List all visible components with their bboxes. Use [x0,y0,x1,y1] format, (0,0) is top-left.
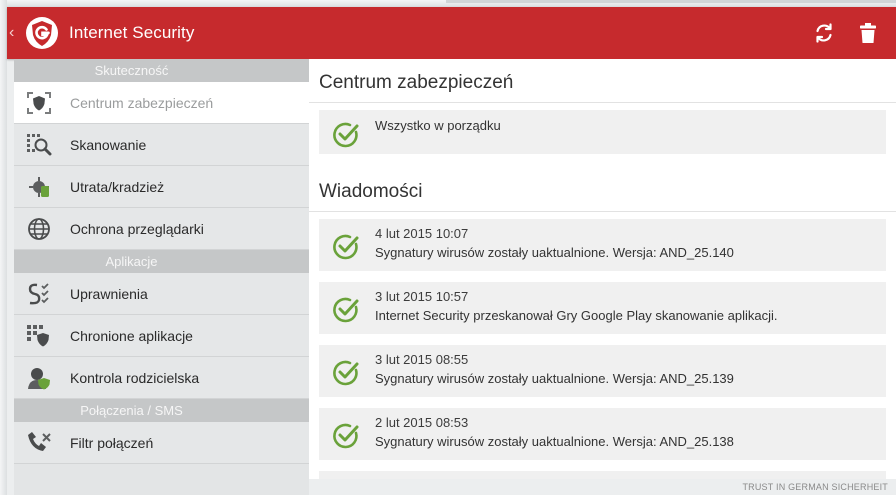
sidebar-item-browser-protection[interactable]: Ochrona przeglądarki [14,208,309,250]
message-text: Sygnatury wirusów zostały uaktualnione. … [375,245,734,260]
sidebar-item-anti-theft[interactable]: Utrata/kradzież [14,166,309,208]
sidebar-item-label: Chronione aplikacje [70,327,193,344]
trash-icon [860,23,876,43]
sidebar-item-label: Centrum zabezpieczeń [70,94,214,111]
message-body: 4 lut 2015 10:07 Sygnatury wirusów zosta… [375,224,734,262]
delete-button[interactable] [846,7,890,59]
status-card[interactable]: Wszystko w porządku [319,110,886,154]
message-time: 4 lut 2015 10:07 [375,226,469,241]
message-item[interactable]: 2 lut 2015 08:53 Sygnatury wirusów zosta… [319,408,886,460]
sidebar-item-protected-apps[interactable]: Chronione aplikacje [14,315,309,357]
message-text: Sygnatury wirusów zostały uaktualnione. … [375,371,734,386]
message-item[interactable]: 4 lut 2015 10:07 Sygnatury wirusów zosta… [319,219,886,271]
protected-apps-icon [24,321,54,351]
check-circle-icon [333,423,359,449]
sidebar-item-label: Kontrola rodzicielska [70,369,200,386]
check-circle-icon [333,297,359,323]
security-center-icon [24,88,54,118]
sidebar-item-security-center[interactable]: Centrum zabezpieczeń [14,82,309,124]
chevron-left-icon[interactable]: ‹ [7,7,23,59]
message-time: 3 lut 2015 08:55 [375,352,469,367]
check-circle-icon [333,360,359,386]
sidebar-item-call-filter[interactable]: Filtr połączeń [14,422,309,464]
status-text: Wszystko w porządku [375,118,501,133]
message-text: Sygnatury wirusów zostały uaktualnione. … [375,434,734,449]
security-center-title: Centrum zabezpieczeń [309,59,896,103]
check-circle-icon [333,234,359,260]
message-item-partial[interactable] [319,471,886,479]
sidebar-item-label: Uprawnienia [70,285,148,302]
device-bezel-left [0,0,7,495]
permissions-icon [24,279,54,309]
message-time: 2 lut 2015 08:53 [375,415,469,430]
sidebar-section-header: Skuteczność [14,59,309,82]
call-filter-icon [24,428,54,458]
refresh-button[interactable] [802,7,846,59]
main-content: Centrum zabezpieczeń Wszystko w porządku… [309,59,896,479]
sidebar-item-permissions[interactable]: Uprawnienia [14,273,309,315]
browser-globe-icon [24,214,54,244]
check-circle-icon [333,122,359,148]
sidebar-item-parental-control[interactable]: Kontrola rodzicielska [14,357,309,399]
app-bar: ‹ Internet Security [7,7,896,59]
sidebar-section-header: Połączenia / SMS [14,399,309,422]
message-item[interactable]: 3 lut 2015 10:57 Internet Security przes… [319,282,886,334]
sidebar: Skuteczność Centrum zabezpieczeń Skanowa… [14,59,309,495]
parental-control-icon [24,363,54,393]
sidebar-section-header: Aplikacje [14,250,309,273]
message-body: 2 lut 2015 08:53 Sygnatury wirusów zosta… [375,413,734,451]
refresh-icon [816,23,832,43]
message-text: Internet Security przeskanował Gry Googl… [375,308,778,323]
anti-theft-icon [24,172,54,202]
messages-title: Wiadomości [309,168,896,212]
g-data-shield-logo[interactable] [25,16,59,50]
sidebar-item-label: Ochrona przeglądarki [70,220,204,237]
message-item[interactable]: 3 lut 2015 08:55 Sygnatury wirusów zosta… [319,345,886,397]
sidebar-item-label: Utrata/kradzież [70,178,165,195]
sidebar-item-label: Filtr połączeń [70,434,154,451]
scan-icon [24,130,54,160]
message-body: 3 lut 2015 08:55 Sygnatury wirusów zosta… [375,350,734,388]
sidebar-item-label: Skanowanie [70,136,147,153]
device-bezel-line [446,0,896,3]
app-title: Internet Security [69,23,195,42]
message-body: 3 lut 2015 10:57 Internet Security przes… [375,287,777,325]
sidebar-item-scan[interactable]: Skanowanie [14,124,309,166]
footer-tagline: TRUST IN GERMAN SICHERHEIT [309,479,896,495]
message-time: 3 lut 2015 10:57 [375,289,469,304]
